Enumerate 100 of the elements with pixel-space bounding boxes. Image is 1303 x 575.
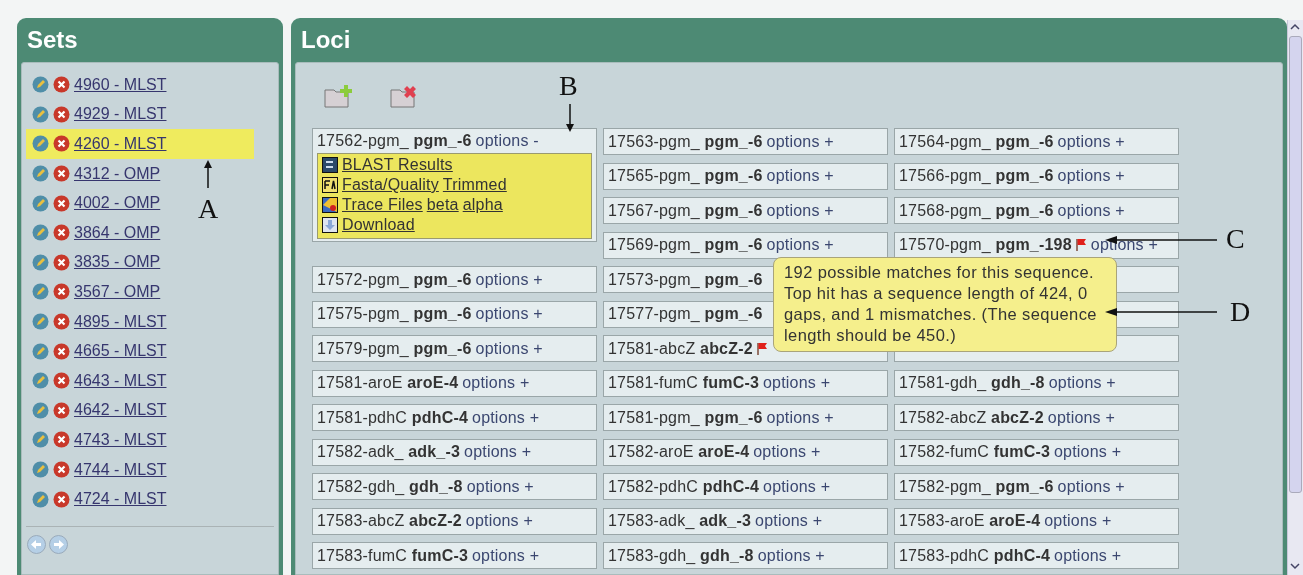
- options-link[interactable]: options +: [763, 477, 831, 496]
- set-row[interactable]: 4724 - MLST: [26, 484, 167, 514]
- set-row[interactable]: 4643 - MLST: [26, 365, 167, 396]
- options-link[interactable]: options +: [1057, 132, 1125, 151]
- scroll-thumb[interactable]: [1289, 36, 1302, 493]
- options-link[interactable]: options +: [766, 201, 834, 220]
- options-link[interactable]: options +: [1057, 167, 1125, 185]
- delete-icon[interactable]: [53, 313, 70, 331]
- options-link[interactable]: options +: [757, 546, 825, 565]
- delete-icon[interactable]: [53, 224, 70, 242]
- options-link[interactable]: options +: [475, 270, 543, 289]
- set-row[interactable]: 4312 - OMP: [26, 158, 161, 189]
- edit-icon[interactable]: [32, 431, 49, 449]
- set-link[interactable]: 4929 - MLST: [74, 105, 167, 124]
- edit-icon[interactable]: [32, 372, 49, 390]
- options-link[interactable]: options +: [475, 305, 543, 323]
- edit-icon[interactable]: [32, 401, 49, 419]
- options-link[interactable]: options +: [1054, 443, 1122, 461]
- options-link[interactable]: options +: [766, 408, 834, 427]
- set-row[interactable]: 4002 - OMP: [26, 188, 161, 218]
- set-row[interactable]: 3864 - OMP: [26, 217, 161, 248]
- options-link[interactable]: options +: [466, 477, 534, 496]
- delete-icon[interactable]: [53, 165, 70, 183]
- next-icon[interactable]: [49, 534, 68, 554]
- set-row[interactable]: 4929 - MLST: [26, 99, 167, 130]
- delete-icon[interactable]: [53, 135, 70, 153]
- edit-icon[interactable]: [32, 342, 49, 360]
- set-row[interactable]: 4960 - MLST: [26, 70, 167, 100]
- edit-icon[interactable]: [32, 490, 49, 508]
- set-link[interactable]: 4665 - MLST: [74, 342, 167, 361]
- set-row[interactable]: 3567 - OMP: [26, 277, 161, 307]
- options-link[interactable]: options +: [766, 236, 834, 254]
- set-link[interactable]: 4743 - MLST: [74, 430, 167, 449]
- set-row[interactable]: 4744 - MLST: [26, 454, 167, 485]
- options-link[interactable]: options +: [763, 374, 831, 392]
- options-link[interactable]: options +: [1044, 512, 1112, 530]
- set-link[interactable]: 4960 - MLST: [74, 75, 167, 94]
- edit-icon[interactable]: [32, 105, 49, 123]
- delete-icon[interactable]: [53, 490, 70, 508]
- delete-icon[interactable]: [53, 283, 70, 301]
- menu-link[interactable]: Download: [342, 216, 415, 234]
- set-link[interactable]: 4260 - MLST: [74, 135, 167, 153]
- menu-link[interactable]: alpha: [462, 196, 503, 214]
- set-link[interactable]: 4312 - OMP: [74, 164, 161, 183]
- options-link[interactable]: options +: [1090, 236, 1158, 254]
- options-link[interactable]: options +: [462, 374, 530, 392]
- delete-icon[interactable]: [53, 253, 70, 271]
- menu-link[interactable]: beta: [426, 196, 459, 214]
- edit-icon[interactable]: [32, 194, 49, 212]
- set-link[interactable]: 4895 - MLST: [74, 312, 167, 331]
- edit-icon[interactable]: [32, 253, 49, 271]
- edit-icon[interactable]: [32, 224, 49, 242]
- edit-icon[interactable]: [32, 283, 49, 301]
- options-link[interactable]: options +: [472, 408, 540, 427]
- delete-icon[interactable]: [53, 401, 70, 419]
- set-link[interactable]: 4643 - MLST: [74, 371, 167, 390]
- options-link[interactable]: options +: [766, 167, 834, 185]
- options-link[interactable]: options +: [465, 512, 533, 530]
- delete-icon[interactable]: [53, 105, 70, 123]
- previous-icon[interactable]: [27, 534, 46, 554]
- options-link[interactable]: options +: [1047, 408, 1115, 427]
- set-row[interactable]: 4895 - MLST: [26, 306, 167, 337]
- menu-link[interactable]: Trimmed: [442, 176, 507, 194]
- options-link[interactable]: options +: [464, 443, 532, 461]
- options-link[interactable]: options -: [475, 132, 539, 150]
- options-link[interactable]: options +: [753, 443, 821, 461]
- edit-icon[interactable]: [32, 313, 49, 331]
- options-link[interactable]: options +: [766, 132, 834, 151]
- menu-link[interactable]: Fasta/Quality: [342, 176, 439, 194]
- delete-icon[interactable]: [53, 342, 70, 360]
- edit-icon[interactable]: [32, 165, 49, 183]
- delete-icon[interactable]: [53, 372, 70, 390]
- set-link[interactable]: 4744 - MLST: [74, 460, 167, 479]
- edit-icon[interactable]: [32, 135, 49, 153]
- set-link[interactable]: 3864 - OMP: [74, 223, 161, 242]
- set-link[interactable]: 3835 - OMP: [74, 253, 161, 272]
- delete-icon[interactable]: [53, 194, 70, 212]
- edit-icon[interactable]: [32, 76, 49, 94]
- delete-icon[interactable]: [53, 461, 70, 478]
- delete-icon[interactable]: [53, 76, 70, 94]
- set-row[interactable]: 4743 - MLST: [26, 425, 167, 455]
- set-row[interactable]: 4642 - MLST: [26, 395, 167, 426]
- options-link[interactable]: options +: [1057, 477, 1125, 496]
- set-link[interactable]: 4642 - MLST: [74, 401, 167, 420]
- options-link[interactable]: options +: [475, 339, 543, 358]
- add-folder-icon[interactable]: [324, 83, 354, 108]
- options-link[interactable]: options +: [1048, 374, 1116, 392]
- options-link[interactable]: options +: [472, 546, 540, 565]
- selected-set-row[interactable]: 4260 - MLST: [26, 129, 254, 159]
- menu-link[interactable]: Trace Files: [342, 196, 423, 214]
- menu-link[interactable]: BLAST Results: [342, 156, 453, 174]
- set-row[interactable]: 4665 - MLST: [26, 336, 167, 366]
- set-row[interactable]: 3835 - OMP: [26, 247, 161, 278]
- set-link[interactable]: 4002 - OMP: [74, 194, 161, 213]
- options-link[interactable]: options +: [1054, 546, 1122, 565]
- delete-icon[interactable]: [53, 431, 70, 449]
- edit-icon[interactable]: [32, 461, 49, 478]
- options-link[interactable]: options +: [1057, 201, 1125, 220]
- scroll-bar[interactable]: [1287, 20, 1303, 575]
- set-link[interactable]: 4724 - MLST: [74, 490, 167, 509]
